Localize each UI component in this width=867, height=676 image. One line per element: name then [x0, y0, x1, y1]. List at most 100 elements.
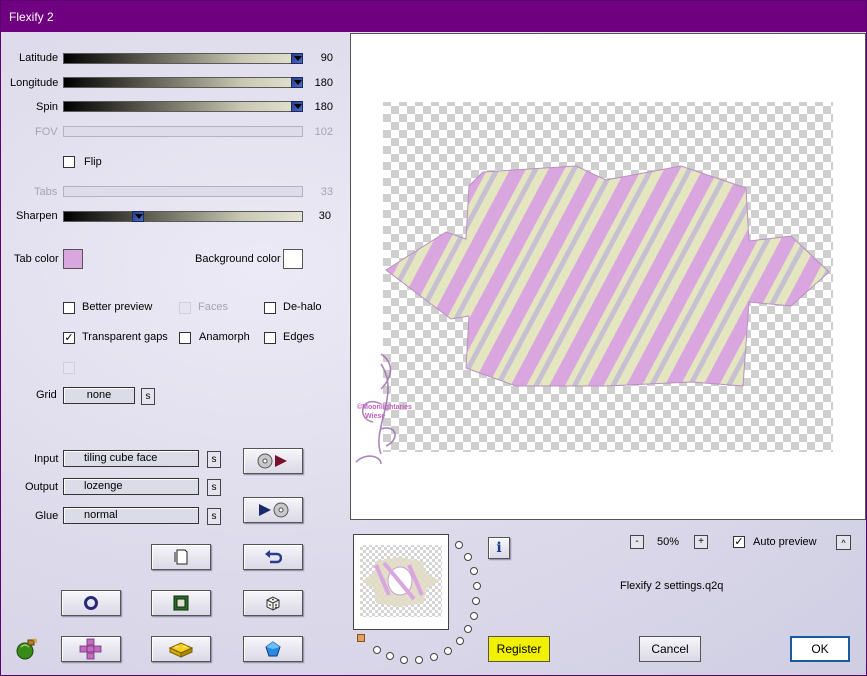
latitude-slider[interactable] — [63, 53, 303, 64]
undo-button[interactable] — [243, 544, 303, 570]
corner-handle[interactable] — [357, 634, 365, 642]
background-color-label: Background color — [195, 253, 281, 265]
flexify-dialog: Flexify 2 Latitude 90 Longitude 180 Spin… — [0, 0, 867, 676]
settings-filename: Flexify 2 settings.q2q — [620, 580, 724, 592]
transparent-gaps-checkbox[interactable]: ✓ — [63, 332, 75, 344]
glue-s-button[interactable]: s — [207, 508, 221, 525]
watermark-line-2: Wiese — [365, 413, 385, 420]
load-input-button[interactable] — [243, 448, 303, 474]
dice-icon — [266, 596, 280, 611]
document-icon — [174, 549, 188, 565]
flip-checkbox[interactable] — [63, 156, 75, 168]
zoom-dot[interactable] — [470, 567, 478, 575]
glue-label: Glue — [35, 510, 59, 522]
longitude-value: 180 — [314, 77, 333, 89]
anamorph-checkbox[interactable] — [179, 332, 191, 344]
background-color-swatch[interactable] — [283, 249, 303, 269]
tabs-slider — [63, 186, 303, 197]
better-preview-label: Better preview — [82, 301, 153, 313]
de-halo-label: De-halo — [283, 301, 322, 313]
zoom-dot[interactable] — [473, 582, 481, 590]
output-label: Output — [25, 481, 59, 493]
zoom-dot[interactable] — [456, 637, 464, 645]
title-bar: Flexify 2 — [1, 1, 866, 32]
anamorph-label: Anamorph — [199, 331, 250, 343]
brick-button[interactable] — [151, 636, 211, 662]
save-output-button[interactable] — [243, 497, 303, 523]
longitude-slider[interactable] — [63, 77, 303, 88]
collapse-button[interactable]: ^ — [836, 535, 851, 550]
gem-button[interactable] — [243, 636, 303, 662]
thumbnail-navigator[interactable] — [353, 534, 449, 630]
grid-label: Grid — [36, 389, 57, 401]
play-disc-icon — [259, 502, 289, 518]
tab-color-label: Tab color — [14, 253, 59, 265]
new-document-button[interactable] — [151, 544, 211, 570]
watermark-line-1: ©Moonlightaries — [357, 403, 412, 411]
cancel-button[interactable]: Cancel — [639, 636, 701, 662]
zoom-dot[interactable] — [472, 597, 480, 605]
sharpen-thumb[interactable] — [132, 211, 144, 222]
info-icon: i — [496, 540, 502, 556]
zoom-dot[interactable] — [400, 656, 408, 664]
faces-checkbox — [179, 302, 191, 314]
zoom-level: 50% — [657, 536, 680, 548]
de-halo-checkbox[interactable] — [264, 302, 276, 314]
sharpen-slider[interactable] — [63, 211, 303, 222]
register-button[interactable]: Register — [488, 636, 550, 662]
zoom-dot[interactable] — [386, 652, 394, 660]
zoom-dot[interactable] — [373, 646, 381, 654]
spin-slider[interactable] — [63, 101, 303, 112]
transparent-gaps-label: Transparent gaps — [82, 331, 168, 343]
ok-button[interactable]: OK — [790, 636, 850, 662]
zoom-dot[interactable] — [464, 625, 472, 633]
ring-button[interactable] — [61, 590, 121, 616]
zoom-dot[interactable] — [415, 656, 423, 664]
zoom-in-button[interactable]: + — [694, 535, 708, 549]
grid-value: none — [86, 389, 112, 401]
edges-label: Edges — [283, 331, 315, 343]
brick-icon — [168, 642, 194, 658]
output-s-button[interactable]: s — [207, 479, 221, 496]
disc-play-icon — [257, 453, 287, 469]
input-s-button[interactable]: s — [207, 451, 221, 468]
auto-preview-checkbox[interactable]: ✓ — [733, 536, 745, 548]
extra-checkbox — [63, 362, 75, 374]
input-label: Input — [34, 453, 59, 465]
longitude-thumb[interactable] — [291, 77, 303, 88]
fov-slider — [63, 126, 303, 137]
ring-icon — [84, 596, 98, 610]
tab-color-swatch[interactable] — [63, 249, 83, 269]
cross-button[interactable] — [61, 636, 121, 662]
glue-select[interactable]: normal — [63, 507, 199, 524]
grenade-icon[interactable] — [13, 637, 39, 661]
grid-s-button[interactable]: s — [141, 388, 155, 405]
zoom-out-button[interactable]: - — [630, 535, 644, 549]
spin-label: Spin — [36, 101, 59, 113]
thumbnail-image — [360, 545, 442, 617]
better-preview-checkbox[interactable] — [63, 302, 75, 314]
sharpen-value: 30 — [318, 210, 331, 222]
random-button[interactable] — [243, 590, 303, 616]
auto-preview-label: Auto preview — [753, 536, 817, 548]
frame-button[interactable] — [151, 590, 211, 616]
zoom-dot[interactable] — [430, 653, 438, 661]
input-value: tiling cube face — [84, 452, 158, 464]
output-value: lozenge — [84, 480, 123, 492]
output-select[interactable]: lozenge — [63, 478, 199, 495]
preview-canvas[interactable]: ©Moonlightaries Wiese — [350, 33, 866, 520]
grid-select[interactable]: none — [63, 387, 135, 404]
fov-value: 102 — [314, 126, 333, 138]
square-frame-icon — [173, 595, 189, 611]
zoom-dot[interactable] — [470, 612, 478, 620]
glue-value: normal — [84, 509, 118, 521]
input-select[interactable]: tiling cube face — [63, 450, 199, 467]
zoom-dot[interactable] — [444, 647, 452, 655]
faces-label: Faces — [198, 301, 228, 313]
spin-thumb[interactable] — [291, 101, 303, 112]
zoom-dot[interactable] — [464, 553, 472, 561]
edges-checkbox[interactable] — [264, 332, 276, 344]
zoom-dot[interactable] — [455, 541, 463, 549]
latitude-thumb[interactable] — [291, 53, 303, 64]
info-button[interactable]: i — [488, 537, 510, 559]
